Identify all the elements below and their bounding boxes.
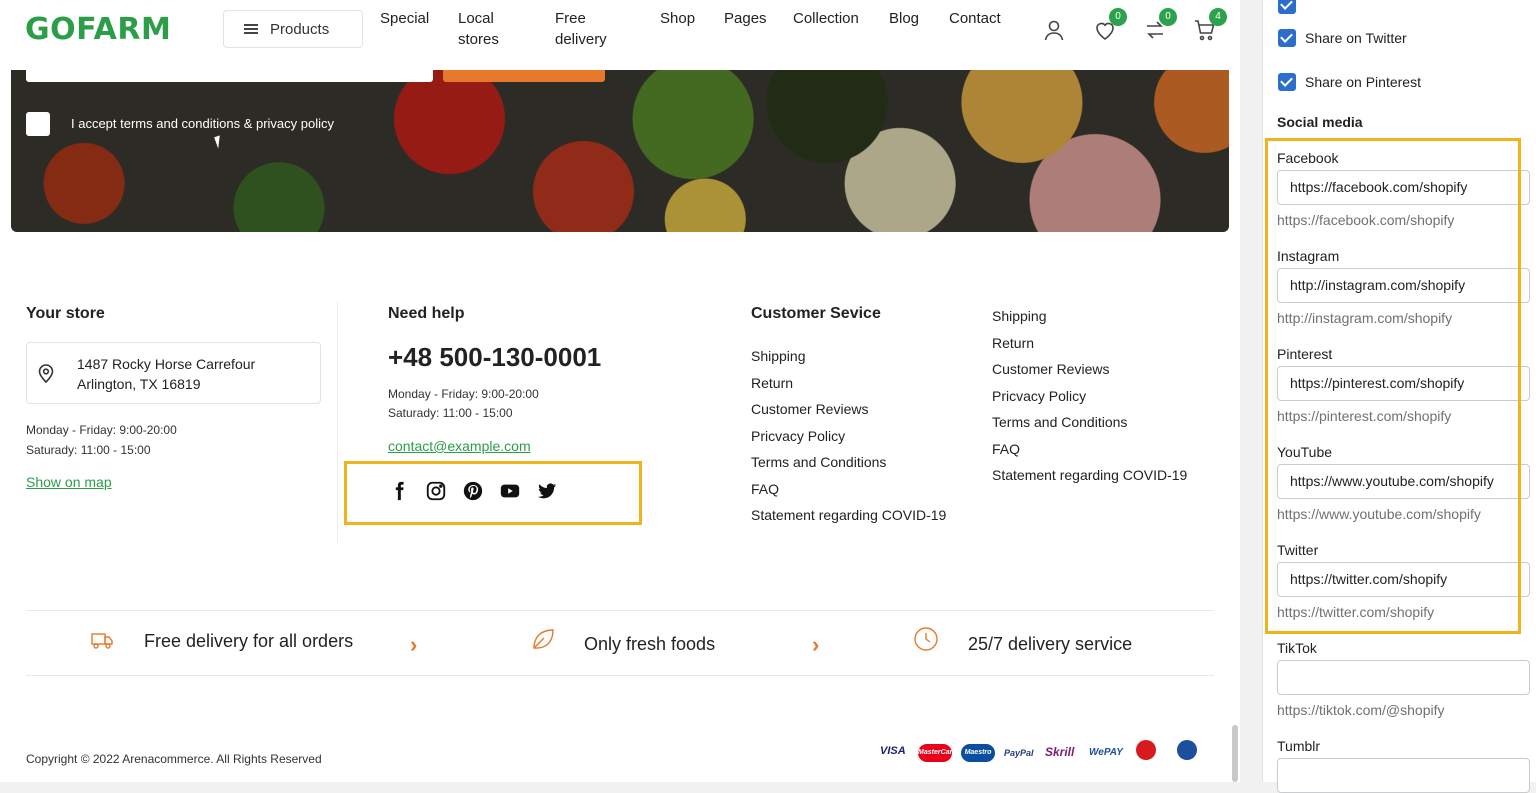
share-twitter-label: Share on Twitter [1305,30,1407,46]
features-top-divider [26,610,1214,611]
wishlist-icon[interactable]: 0 [1093,8,1127,42]
address-line-2: Arlington, TX 16819 [77,376,201,392]
store-preview: GOFARM Products Special Local stores Fre… [0,0,1240,782]
nav-local-stores[interactable]: Local stores [458,8,499,50]
cart-icon[interactable]: 4 [1193,8,1227,42]
help-phone[interactable]: +48 500-130-0001 [388,342,601,373]
tiktok-url-input[interactable] [1277,660,1530,695]
products-menu-button[interactable]: Products [223,10,363,48]
bluepay-logo [1177,740,1197,760]
social-icons [388,480,558,502]
tiktok-hint: https://tiktok.com/@shopify [1277,702,1445,718]
footer-link-return[interactable]: Return [751,373,946,400]
share-twitter-checkbox[interactable] [1278,29,1296,47]
nav-special[interactable]: Special [380,8,429,29]
footer-link-privacy[interactable]: Pricvacy Policy [751,426,946,453]
customer-service-title: Customer Sevice [751,305,881,322]
footer-link-covid-2[interactable]: Statement regarding COVID-19 [992,465,1187,492]
chevron-right-icon[interactable]: › [812,632,819,658]
help-hours-weekday: Monday - Friday: 9:00-20:00 [388,387,539,401]
feature-free-delivery: Free delivery for all orders [144,631,354,651]
wishlist-count-badge: 0 [1109,8,1127,26]
footer-link-reviews[interactable]: Customer Reviews [751,399,946,426]
footer-link-return-2[interactable]: Return [992,333,1187,360]
paypal-logo: PayPal [1004,748,1034,758]
menu-icon [244,24,258,34]
footer-link-terms[interactable]: Terms and Conditions [751,452,946,479]
tumblr-field-label: Tumblr [1277,738,1321,754]
terms-checkbox[interactable] [26,112,50,136]
preview-scrollbar[interactable] [1232,725,1238,782]
cart-count-badge: 4 [1209,8,1227,26]
clock-icon [914,627,938,651]
footer-link-covid[interactable]: Statement regarding COVID-19 [751,505,946,532]
customer-service-links: Shipping Return Customer Reviews Pricvac… [751,346,946,532]
show-on-map-link[interactable]: Show on map [26,474,112,490]
social-media-heading: Social media [1277,114,1363,130]
extra-links: Shipping Return Customer Reviews Pricvac… [992,306,1187,492]
youtube-icon[interactable] [499,480,521,502]
help-title: Need help [388,305,465,322]
footer-link-shipping-2[interactable]: Shipping [992,306,1187,333]
twitter-icon[interactable] [536,480,558,502]
social-fields-highlight-box [1265,138,1521,634]
maestro-logo: Maestro [961,744,995,762]
footer-link-faq[interactable]: FAQ [751,479,946,506]
footer-link-reviews-2[interactable]: Customer Reviews [992,359,1187,386]
mastercard-logo: MasterCard [918,744,957,762]
wepay-logo: WePAY [1089,747,1123,758]
facebook-icon[interactable] [388,480,410,502]
nav-blog[interactable]: Blog [889,8,919,29]
feature-fresh-foods: Only fresh foods [584,634,716,654]
address-line-1: 1487 Rocky Horse Carrefour [77,356,256,372]
help-hours-saturday: Saturady: 11:00 - 15:00 [388,406,513,420]
delivery-truck-icon [91,633,113,649]
leaf-icon [533,629,554,649]
store-hours-weekday: Monday - Friday: 9:00-20:00 [26,423,177,437]
compare-count-badge: 0 [1159,8,1177,26]
banner-overlay [11,70,1229,232]
share-pinterest-label: Share on Pinterest [1305,74,1421,90]
logo[interactable]: GOFARM [25,12,171,47]
footer-link-privacy-2[interactable]: Pricvacy Policy [992,386,1187,413]
skrill-logo: Skrill [1045,745,1075,759]
products-label: Products [270,20,330,38]
newsletter-banner: I accept terms and conditions & privacy … [11,70,1229,232]
account-icon[interactable] [1042,18,1066,42]
features-bottom-divider [26,675,1214,676]
feature-delivery-service: 25/7 delivery service [968,634,1133,654]
visa-logo: VISA [880,745,906,757]
newsletter-email-input[interactable] [26,70,433,82]
nav-collection[interactable]: Collection [793,8,859,29]
nav-contact[interactable]: Contact [949,8,1001,29]
store-title: Your store [26,305,105,322]
terms-label: I accept terms and conditions & privacy … [71,116,335,131]
store-hours-saturday: Saturady: 11:00 - 15:00 [26,443,151,457]
store-address: 1487 Rocky Horse Carrefour Arlington, TX… [77,354,255,394]
newsletter-subscribe-button[interactable] [443,70,605,82]
nav-pages[interactable]: Pages [724,8,767,29]
location-pin-icon [38,364,54,383]
footer-link-terms-2[interactable]: Terms and Conditions [992,412,1187,439]
contact-email-link[interactable]: contact@example.com [388,438,531,454]
tiktok-field-label: TikTok [1277,640,1317,656]
pinterest-icon[interactable] [462,480,484,502]
share-pinterest-checkbox[interactable] [1278,73,1296,91]
footer-link-faq-2[interactable]: FAQ [992,439,1187,466]
share-facebook-checkbox[interactable] [1278,0,1296,14]
nav-free-delivery[interactable]: Free delivery [555,8,607,50]
instagram-icon[interactable] [425,480,447,502]
footer-link-shipping[interactable]: Shipping [751,346,946,373]
copyright-text: Copyright © 2022 Arenacommerce. All Righ… [26,752,322,766]
nav-shop[interactable]: Shop [660,8,695,29]
footer-divider [337,302,338,542]
address-card: 1487 Rocky Horse Carrefour Arlington, TX… [26,342,321,404]
moneybooker-logo [1136,740,1156,760]
chevron-right-icon[interactable]: › [410,632,417,658]
site-header: GOFARM Products Special Local stores Fre… [0,0,1240,70]
tumblr-url-input[interactable] [1277,758,1530,793]
compare-icon[interactable]: 0 [1143,8,1177,42]
